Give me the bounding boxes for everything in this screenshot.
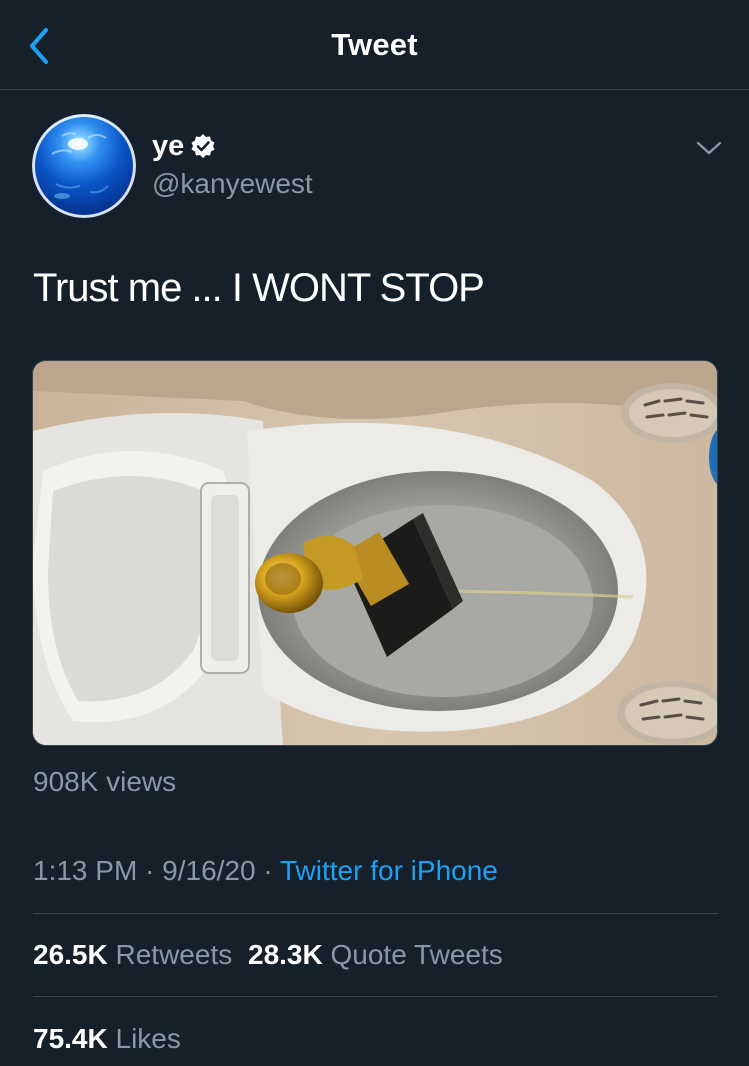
meta-separator: · [145,855,155,886]
divider [33,996,718,997]
tweet-text: Trust me ... I WONT STOP [33,266,485,310]
tweet-date: 9/16/20 [162,855,256,886]
likes-stat[interactable]: 75.4K Likes [33,1023,181,1054]
tweet-source-link[interactable]: Twitter for iPhone [280,855,498,886]
engagement-stats-row: 26.5K Retweets 28.3K Quote Tweets [33,936,503,974]
quote-tweets-count: 28.3K [248,939,323,970]
retweets-label: Retweets [115,939,233,970]
verified-badge-icon [191,134,215,158]
likes-stats-row: 75.4K Likes [33,1020,181,1058]
tweet-video[interactable] [32,360,718,746]
avatar[interactable] [32,114,136,218]
video-thumbnail [33,361,717,745]
author-handle[interactable]: @kanyewest [152,166,313,202]
tweet-time: 1:13 PM [33,855,138,886]
avatar-image [51,132,109,199]
display-name: ye [152,130,185,162]
quote-tweets-label: Quote Tweets [330,939,503,970]
tweet-metadata: 1:13 PM · 9/16/20 · Twitter for iPhone [33,852,498,890]
retweets-count: 26.5K [33,939,108,970]
top-nav-bar: Tweet [0,0,749,90]
author-name-row[interactable]: ye [152,128,216,164]
quote-tweets-stat[interactable]: 28.3K Quote Tweets [248,939,503,970]
tweet-options-button[interactable] [694,137,724,159]
retweets-stat[interactable]: 26.5K Retweets [33,939,240,970]
meta-separator: · [263,855,273,886]
chevron-down-icon [696,141,722,155]
page-title: Tweet [331,27,418,62]
likes-count: 75.4K [33,1023,108,1054]
view-count: 908K views [33,766,177,797]
likes-label: Likes [115,1023,181,1054]
divider [33,913,718,914]
